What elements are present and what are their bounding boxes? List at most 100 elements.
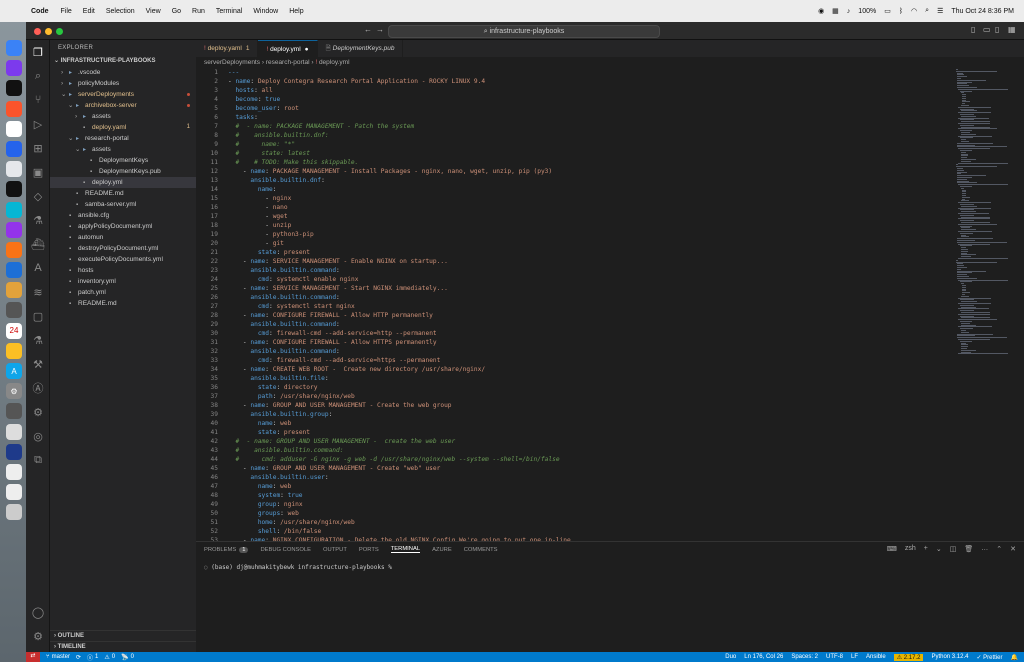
editor-tab[interactable]: 🗎 DeploymentKeys.pub: [318, 40, 404, 57]
tree-file[interactable]: ▪ README.md: [50, 298, 196, 309]
launchpad-icon[interactable]: [6, 60, 22, 77]
tree-file[interactable]: ▪ DeploymentKeys.pub: [50, 166, 196, 177]
app-icon[interactable]: [6, 80, 22, 97]
end-of-line[interactable]: LF: [851, 654, 858, 660]
account-icon[interactable]: ◯: [26, 600, 50, 624]
app-icon[interactable]: [6, 443, 22, 460]
minimap[interactable]: [956, 69, 1016, 369]
layers-icon[interactable]: ≋: [26, 280, 50, 304]
tree-file[interactable]: ▪ applyPolicyDocument.yml: [50, 221, 196, 232]
panel-tab-output[interactable]: OUTPUT: [323, 547, 347, 553]
minimize-window-button[interactable]: [45, 28, 52, 35]
command-center-search[interactable]: ⌕ infrastructure-playbooks: [388, 25, 660, 38]
vscode-icon[interactable]: [6, 262, 22, 279]
breadcrumb-item[interactable]: research-portal: [266, 59, 310, 66]
tree-file[interactable]: ▪ DeploymentKeys: [50, 155, 196, 166]
explorer-icon[interactable]: ❐: [26, 40, 50, 64]
app-icon[interactable]: [6, 463, 22, 480]
calendar-icon[interactable]: 24: [6, 322, 22, 339]
copilot-icon[interactable]: ◎: [26, 424, 50, 448]
tree-file[interactable]: ▪ patch.yml: [50, 287, 196, 298]
control-center-icon[interactable]: ☰: [937, 7, 943, 15]
panel-tab-comments[interactable]: COMMENTS: [464, 547, 498, 553]
language-mode[interactable]: Ansible: [866, 654, 886, 660]
tree-folder[interactable]: ⌄ ▸ research-portal: [50, 133, 196, 144]
finder-icon[interactable]: [6, 40, 22, 56]
split-terminal-icon[interactable]: ◫: [950, 545, 957, 553]
back-arrow-icon[interactable]: ←: [364, 25, 372, 34]
duo-status[interactable]: Duo: [725, 654, 736, 660]
app-icon[interactable]: [6, 403, 22, 420]
toggle-panel-icon[interactable]: ▭: [983, 25, 991, 34]
search-icon[interactable]: ⌕: [26, 64, 50, 88]
close-icon[interactable]: ✕: [1010, 545, 1016, 553]
run-debug-icon[interactable]: ▷: [26, 112, 50, 136]
app-icon[interactable]: [6, 423, 22, 440]
database-icon[interactable]: ⧉: [26, 448, 50, 472]
menu-help[interactable]: Help: [289, 8, 303, 15]
document-icon[interactable]: [6, 484, 22, 501]
azure-icon[interactable]: A: [26, 256, 50, 280]
customize-layout-icon[interactable]: ▦: [1008, 25, 1016, 34]
app-icon[interactable]: [6, 161, 22, 178]
ansible-icon[interactable]: Ⓐ: [26, 376, 50, 400]
flask-icon[interactable]: ⚗: [26, 328, 50, 352]
chat-icon[interactable]: ▢: [26, 304, 50, 328]
panel-tab-azure[interactable]: AZURE: [432, 547, 452, 553]
toggle-secondary-sidebar-icon[interactable]: ▯: [995, 25, 999, 34]
encoding[interactable]: UTF-8: [826, 654, 843, 660]
chevron-down-icon[interactable]: ⌄: [936, 545, 942, 553]
search-icon[interactable]: ⌕: [925, 7, 929, 15]
editor-tab[interactable]: ! deploy.yml ●: [258, 40, 318, 57]
remote-explorer-icon[interactable]: ▣: [26, 160, 50, 184]
manage-gear-icon[interactable]: ⚙: [26, 624, 50, 648]
breadcrumb-item[interactable]: deploy.yml: [319, 59, 350, 66]
settings-icon[interactable]: ⚙: [6, 383, 22, 400]
microphone-icon[interactable]: ♪: [847, 8, 851, 15]
breadcrumb-item[interactable]: serverDeployments: [204, 59, 260, 66]
menu-app-name[interactable]: Code: [31, 8, 49, 15]
menu-terminal[interactable]: Terminal: [216, 8, 242, 15]
app-icon[interactable]: [6, 302, 22, 319]
app-store-icon[interactable]: A: [6, 363, 22, 379]
firefox-icon[interactable]: [6, 241, 22, 258]
tree-file[interactable]: ▪ README.md: [50, 188, 196, 199]
trash-icon[interactable]: [6, 504, 22, 521]
menu-go[interactable]: Go: [172, 8, 181, 15]
battery-percent[interactable]: 100%: [858, 8, 876, 15]
menu-window[interactable]: Window: [253, 8, 278, 15]
menu-file[interactable]: File: [61, 8, 72, 15]
notifications-icon[interactable]: 🔔: [1011, 654, 1018, 661]
panel-tab-debug-console[interactable]: DEBUG CONSOLE: [260, 547, 311, 553]
tree-folder[interactable]: › ▸ .vscode: [50, 67, 196, 78]
menubar-clock[interactable]: Thu Oct 24 8:36 PM: [951, 8, 1014, 15]
editor-tab[interactable]: ! deploy.yaml 1: [196, 40, 259, 57]
prettier-status[interactable]: ✓ Prettier: [976, 654, 1002, 661]
tree-file[interactable]: ▪ automun: [50, 232, 196, 243]
shell-name[interactable]: zsh: [905, 545, 916, 553]
tree-folder[interactable]: ⌄ ▸ archivebox-server: [50, 100, 196, 111]
tools-icon[interactable]: ⚒: [26, 352, 50, 376]
terminal-icon[interactable]: [6, 181, 22, 198]
more-icon[interactable]: …: [981, 545, 988, 553]
books-icon[interactable]: [6, 282, 22, 299]
battery-icon[interactable]: ▭: [884, 7, 891, 15]
bluetooth-icon[interactable]: ᛒ: [899, 8, 903, 15]
tree-folder[interactable]: › ▸ policyModules: [50, 78, 196, 89]
timeline-section[interactable]: › TIMELINE: [50, 641, 196, 652]
tree-file[interactable]: ▪ inventory.yml: [50, 276, 196, 287]
python-version[interactable]: Python 3.12.4: [931, 654, 968, 660]
signal-icon[interactable]: [6, 140, 22, 157]
tree-file[interactable]: ▪ samba-server.yml: [50, 199, 196, 210]
menu-edit[interactable]: Edit: [83, 8, 95, 15]
close-window-button[interactable]: [34, 28, 41, 35]
terminal[interactable]: ○ (base) dj@muhmakitybewk infrastructure…: [196, 557, 1024, 571]
problem-count[interactable]: 1: [246, 45, 250, 52]
tree-folder[interactable]: › ▸ assets: [50, 111, 196, 122]
app-icon[interactable]: [6, 221, 22, 238]
tree-folder[interactable]: ⌄ ▸ serverDeployments: [50, 89, 196, 100]
menu-selection[interactable]: Selection: [106, 8, 135, 15]
zoom-window-button[interactable]: [56, 28, 63, 35]
source-control-icon[interactable]: ⑂: [26, 88, 50, 112]
git-branch[interactable]: master: [52, 654, 70, 660]
